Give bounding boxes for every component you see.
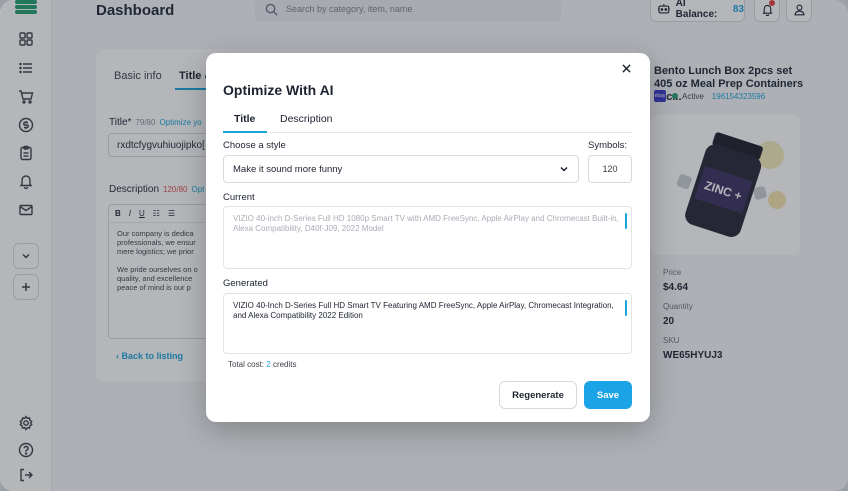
close-icon <box>621 63 631 73</box>
scrollbar-thumb[interactable] <box>625 213 627 229</box>
cost-suffix: credits <box>272 360 297 369</box>
optimize-ai-modal: Optimize With AI Title Description Choos… <box>206 53 650 422</box>
total-cost: Total cost: 2 credits <box>228 360 297 369</box>
tab-description[interactable]: Description <box>280 113 333 125</box>
scrollbar-thumb[interactable] <box>625 300 627 316</box>
style-selected-value: Make it sound more funny <box>233 163 343 175</box>
current-text-area[interactable]: VIZIO 40-inch D-Series Full HD 1080p Sma… <box>223 206 632 269</box>
modal-title: Optimize With AI <box>223 82 334 98</box>
generated-text-area[interactable]: VIZIO 40-Inch D-Series Full HD Smart TV … <box>223 293 632 354</box>
app-window: Dashboard AI Balance: 83 Basic info Titl… <box>0 0 848 491</box>
current-label: Current <box>223 192 255 203</box>
style-select[interactable]: Make it sound more funny <box>223 155 579 183</box>
chevron-down-icon <box>560 166 568 172</box>
close-button[interactable] <box>618 60 634 76</box>
save-button[interactable]: Save <box>584 381 632 409</box>
style-label: Choose a style <box>223 140 286 151</box>
cost-prefix: Total cost: <box>228 360 265 369</box>
symbols-input[interactable]: 120 <box>588 155 632 183</box>
regenerate-button[interactable]: Regenerate <box>499 381 577 409</box>
cost-value: 2 <box>266 360 271 369</box>
symbols-label: Symbols: <box>588 140 628 151</box>
modal-tabs: Title Description <box>223 113 632 133</box>
active-tab-underline <box>223 131 267 133</box>
generated-label: Generated <box>223 278 268 289</box>
current-text: VIZIO 40-inch D-Series Full HD 1080p Sma… <box>233 214 619 233</box>
tab-title[interactable]: Title <box>234 113 255 125</box>
generated-text: VIZIO 40-Inch D-Series Full HD Smart TV … <box>233 301 614 320</box>
